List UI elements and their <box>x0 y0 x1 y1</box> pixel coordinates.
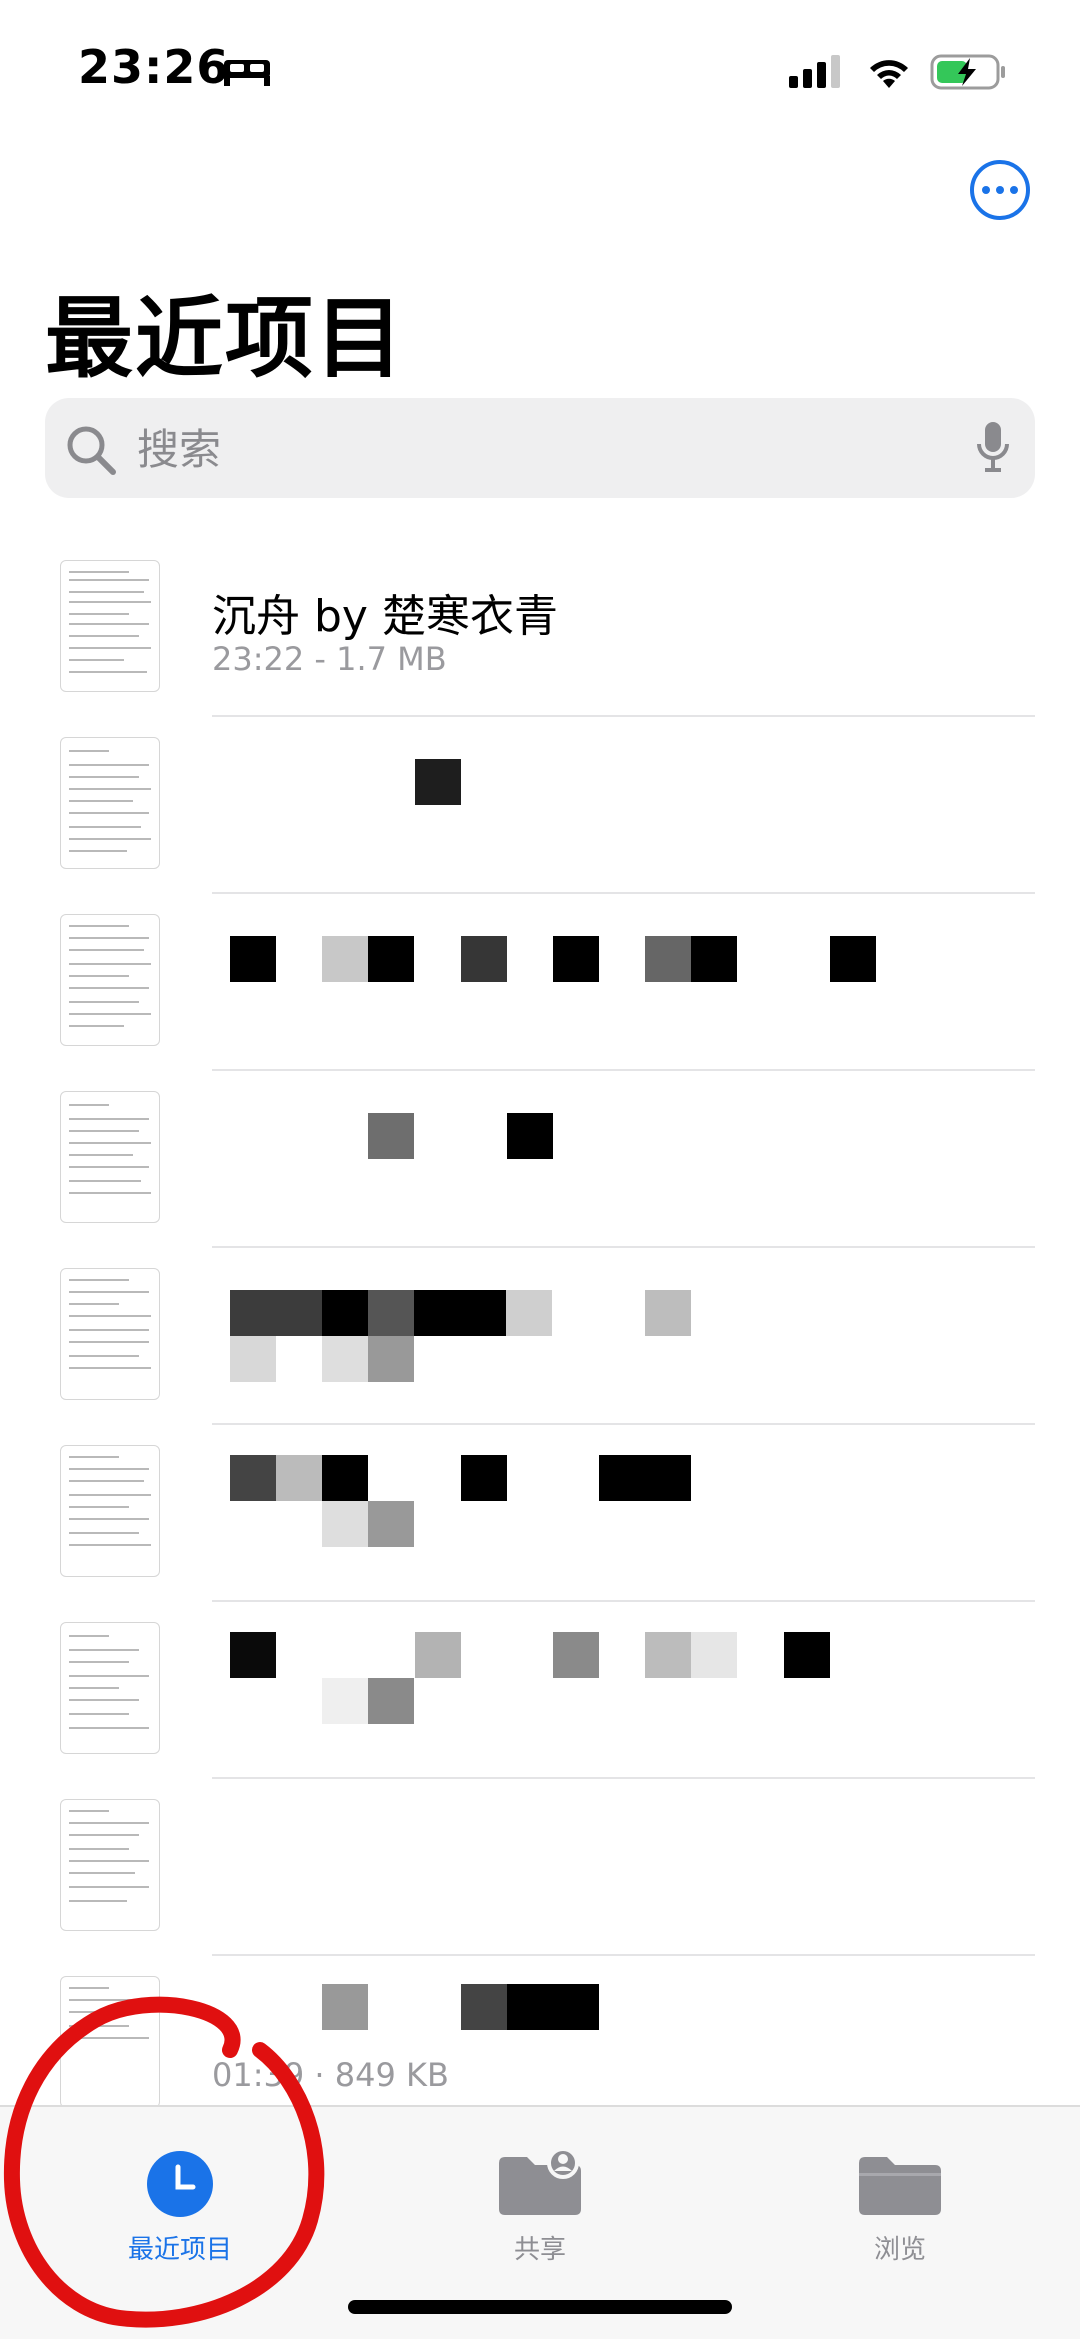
redaction-block <box>691 936 737 982</box>
redaction-block <box>415 759 461 805</box>
redaction-block <box>507 1113 553 1159</box>
redaction-block <box>322 1290 368 1336</box>
sleep-focus-icon <box>224 60 270 86</box>
dot <box>982 186 990 194</box>
redaction-block <box>230 1632 276 1678</box>
redaction-block <box>230 1455 276 1501</box>
redaction-block <box>691 1632 737 1678</box>
more-options-button[interactable] <box>970 160 1030 220</box>
redaction-block <box>553 1632 599 1678</box>
search-bar[interactable] <box>45 398 1035 500</box>
cellular-signal-icon <box>789 55 840 88</box>
search-input[interactable] <box>135 398 959 500</box>
document-thumbnail <box>60 1091 160 1223</box>
redaction-block <box>506 1290 552 1336</box>
redaction-block <box>322 1455 368 1501</box>
redaction-block <box>322 1336 368 1382</box>
redaction-block <box>414 1290 506 1336</box>
tab-label: 浏览 <box>873 2235 926 2265</box>
redaction-block <box>461 1984 507 2030</box>
document-thumbnail <box>60 1622 160 1754</box>
redaction-block <box>507 1984 599 2030</box>
search-icon <box>67 426 116 475</box>
file-row[interactable] <box>0 894 1080 1071</box>
home-indicator <box>348 2300 732 2314</box>
document-thumbnail <box>60 560 160 692</box>
redaction-block <box>368 1678 414 1724</box>
redaction-block <box>368 1290 414 1336</box>
file-row[interactable] <box>0 1071 1080 1248</box>
status-time: 23:26 <box>78 40 230 94</box>
redaction-block <box>645 936 691 982</box>
shared-folder-icon <box>499 2147 581 2215</box>
tab-shared[interactable]: 共享 <box>420 2127 660 2265</box>
document-thumbnail <box>60 737 160 869</box>
file-row[interactable] <box>0 1779 1080 1956</box>
redaction-block <box>368 1113 414 1159</box>
tab-label: 最近项目 <box>127 2235 232 2265</box>
wifi-icon <box>870 60 908 88</box>
redaction-block <box>368 936 414 982</box>
redaction-block <box>645 1290 691 1336</box>
document-thumbnail <box>60 1268 160 1400</box>
redaction-block <box>368 1336 414 1382</box>
redaction-block <box>645 1632 691 1678</box>
file-meta: 01:39 · 849 KB <box>212 2056 449 2094</box>
file-row[interactable] <box>0 717 1080 894</box>
redaction-block <box>230 1290 322 1336</box>
redaction-block <box>276 1455 322 1501</box>
status-bar: 23:26 <box>0 0 1080 140</box>
clock-icon <box>147 2151 213 2217</box>
document-thumbnail <box>60 1799 160 1931</box>
battery-charging-icon <box>930 54 1005 90</box>
dot <box>996 186 1004 194</box>
file-row[interactable] <box>0 1425 1080 1602</box>
document-thumbnail <box>60 1445 160 1577</box>
redaction-block <box>461 936 507 982</box>
microphone-icon[interactable] <box>975 420 1011 476</box>
redaction-block <box>230 936 276 982</box>
tab-label: 共享 <box>513 2235 566 2265</box>
redaction-block <box>599 1455 691 1501</box>
redaction-block <box>784 1632 830 1678</box>
redaction-block <box>461 1455 507 1501</box>
document-thumbnail <box>60 914 160 1046</box>
redaction-block <box>553 936 599 982</box>
redaction-block <box>322 1501 368 1547</box>
dot <box>1010 186 1018 194</box>
tab-browse[interactable]: 浏览 <box>780 2127 1020 2265</box>
file-name: 沉舟 by 楚寒衣青 <box>212 591 558 642</box>
page-title: 最近项目 <box>45 287 406 390</box>
redaction-block <box>322 1984 368 2030</box>
folder-icon <box>859 2157 941 2215</box>
redaction-block <box>322 936 368 982</box>
redaction-block <box>415 1632 461 1678</box>
file-row[interactable]: 沉舟 by 楚寒衣青 23:22 - 1.7 MB <box>0 540 1080 717</box>
tab-recent[interactable]: 最近项目 <box>60 2127 300 2265</box>
redaction-block <box>830 936 876 982</box>
file-meta: 23:22 - 1.7 MB <box>212 640 447 678</box>
redaction-block <box>230 1336 276 1382</box>
file-row[interactable] <box>0 1602 1080 1779</box>
document-thumbnail <box>60 1976 160 2108</box>
file-row[interactable] <box>0 1248 1080 1425</box>
redaction-block <box>368 1501 414 1547</box>
redaction-block <box>322 1678 368 1724</box>
